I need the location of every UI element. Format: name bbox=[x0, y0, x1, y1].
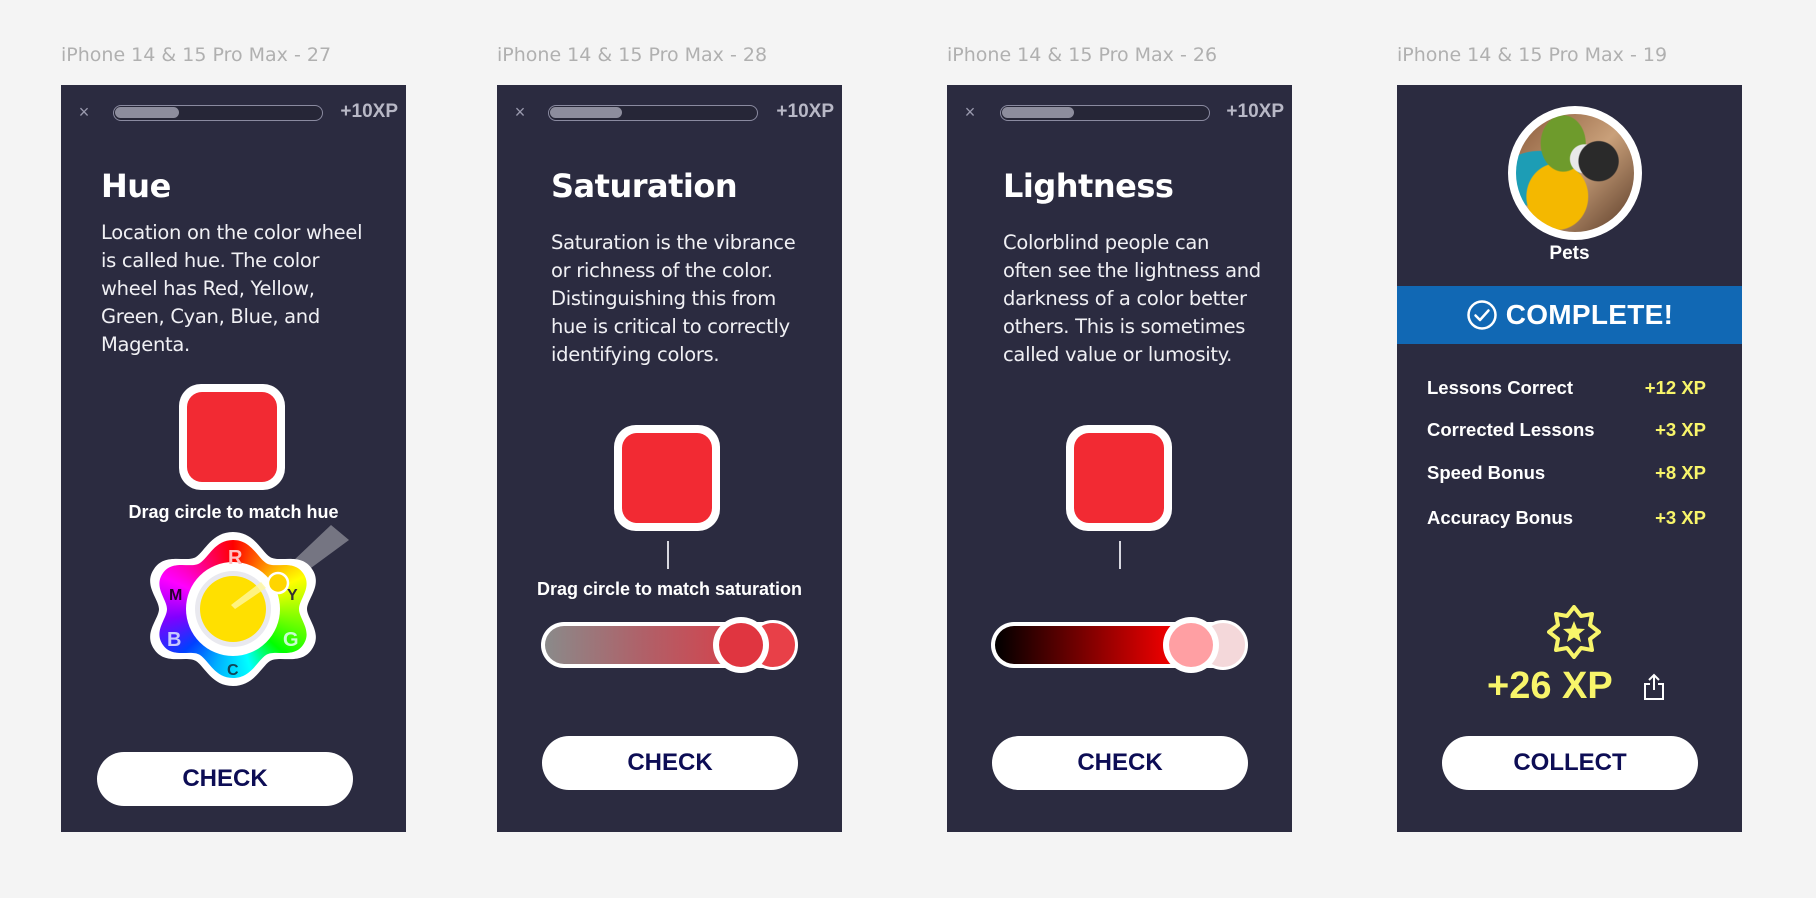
close-icon[interactable]: × bbox=[511, 103, 529, 121]
connector-line bbox=[1119, 541, 1121, 569]
category-label: Pets bbox=[1549, 243, 1590, 264]
bonus-label: Speed Bonus bbox=[1427, 462, 1546, 483]
frame-label: iPhone 14 & 15 Pro Max - 19 bbox=[1397, 44, 1668, 66]
target-color-fill bbox=[1074, 433, 1164, 523]
category-avatar bbox=[1508, 106, 1642, 240]
check-button[interactable]: CHECK bbox=[992, 736, 1248, 790]
frame-label: iPhone 14 & 15 Pro Max - 26 bbox=[947, 44, 1218, 66]
xp-reward-label: +10XP bbox=[776, 101, 834, 122]
frame-label: iPhone 14 & 15 Pro Max - 28 bbox=[497, 44, 768, 66]
lesson-title: Lightness bbox=[1003, 167, 1174, 205]
share-icon[interactable] bbox=[1642, 672, 1666, 702]
wheel-label-yellow: Y bbox=[287, 587, 298, 604]
progress-fill bbox=[1002, 107, 1074, 118]
wheel-label-blue: B bbox=[167, 629, 181, 651]
saturation-slider[interactable] bbox=[541, 617, 798, 673]
bonus-value: +3 XP bbox=[1655, 507, 1706, 528]
phone-frame-hue: × +10XP Hue Location on the color wheel … bbox=[61, 85, 406, 832]
slider-thumb[interactable] bbox=[1163, 617, 1219, 673]
complete-title: COMPLETE! bbox=[1505, 299, 1674, 330]
total-xp: +26 XP bbox=[1487, 665, 1613, 707]
bonus-label: Lessons Correct bbox=[1427, 377, 1573, 398]
star-badge-icon bbox=[1547, 605, 1601, 659]
slider-thumb[interactable] bbox=[713, 617, 769, 673]
lightness-slider[interactable] bbox=[991, 617, 1248, 673]
phone-frame-lightness: × +10XP Lightness Colorblind people can … bbox=[947, 85, 1292, 832]
lesson-progress-bar bbox=[548, 105, 758, 121]
phone-frame-complete: Pets COMPLETE! Lessons Correct +12 XP Co… bbox=[1397, 85, 1742, 832]
check-button[interactable]: CHECK bbox=[542, 736, 798, 790]
close-icon[interactable]: × bbox=[961, 103, 979, 121]
parrot-image bbox=[1516, 114, 1634, 232]
bonus-row: Lessons Correct +12 XP bbox=[1427, 377, 1706, 399]
lesson-progress-bar bbox=[1000, 105, 1210, 121]
lesson-description: Colorblind people can often see the ligh… bbox=[1003, 231, 1261, 366]
bonus-row: Corrected Lessons +3 XP bbox=[1427, 419, 1706, 441]
hue-wheel[interactable]: R Y G C B M bbox=[61, 85, 406, 832]
bonus-value: +3 XP bbox=[1655, 419, 1706, 440]
target-color-swatch bbox=[1066, 425, 1172, 531]
bonus-label: Corrected Lessons bbox=[1427, 419, 1595, 440]
lesson-top-bar: × +10XP bbox=[947, 101, 1292, 127]
complete-banner: COMPLETE! bbox=[1397, 286, 1742, 344]
bonus-value: +8 XP bbox=[1655, 462, 1706, 483]
lesson-title: Saturation bbox=[551, 167, 738, 205]
wheel-label-green: G bbox=[283, 629, 299, 651]
instruction-text: Drag circle to match saturation bbox=[536, 579, 803, 599]
connector-line bbox=[667, 541, 669, 569]
target-color-swatch bbox=[614, 425, 720, 531]
xp-reward-label: +10XP bbox=[1226, 101, 1284, 122]
check-circle-icon bbox=[1466, 300, 1497, 330]
slider-thumb-color bbox=[719, 623, 763, 667]
check-button[interactable]: CHECK bbox=[97, 752, 353, 806]
slider-thumb-color bbox=[1169, 623, 1213, 667]
phone-frame-saturation: × +10XP Saturation Saturation is the vib… bbox=[497, 85, 842, 832]
bonus-row: Accuracy Bonus +3 XP bbox=[1427, 507, 1706, 529]
lesson-description: Saturation is the vibrance or richness o… bbox=[551, 231, 796, 366]
wheel-label-magenta: M bbox=[169, 587, 182, 604]
target-color-fill bbox=[622, 433, 712, 523]
wheel-label-red: R bbox=[228, 547, 243, 569]
wheel-label-cyan: C bbox=[227, 662, 239, 679]
frame-label: iPhone 14 & 15 Pro Max - 27 bbox=[61, 44, 332, 66]
progress-fill bbox=[550, 107, 622, 118]
bonus-label: Accuracy Bonus bbox=[1427, 507, 1573, 528]
hue-drag-handle[interactable] bbox=[266, 571, 290, 595]
bonus-value: +12 XP bbox=[1644, 377, 1706, 398]
lesson-top-bar: × +10XP bbox=[497, 101, 842, 127]
bonus-row: Speed Bonus +8 XP bbox=[1427, 462, 1706, 484]
collect-button[interactable]: COLLECT bbox=[1442, 736, 1698, 790]
